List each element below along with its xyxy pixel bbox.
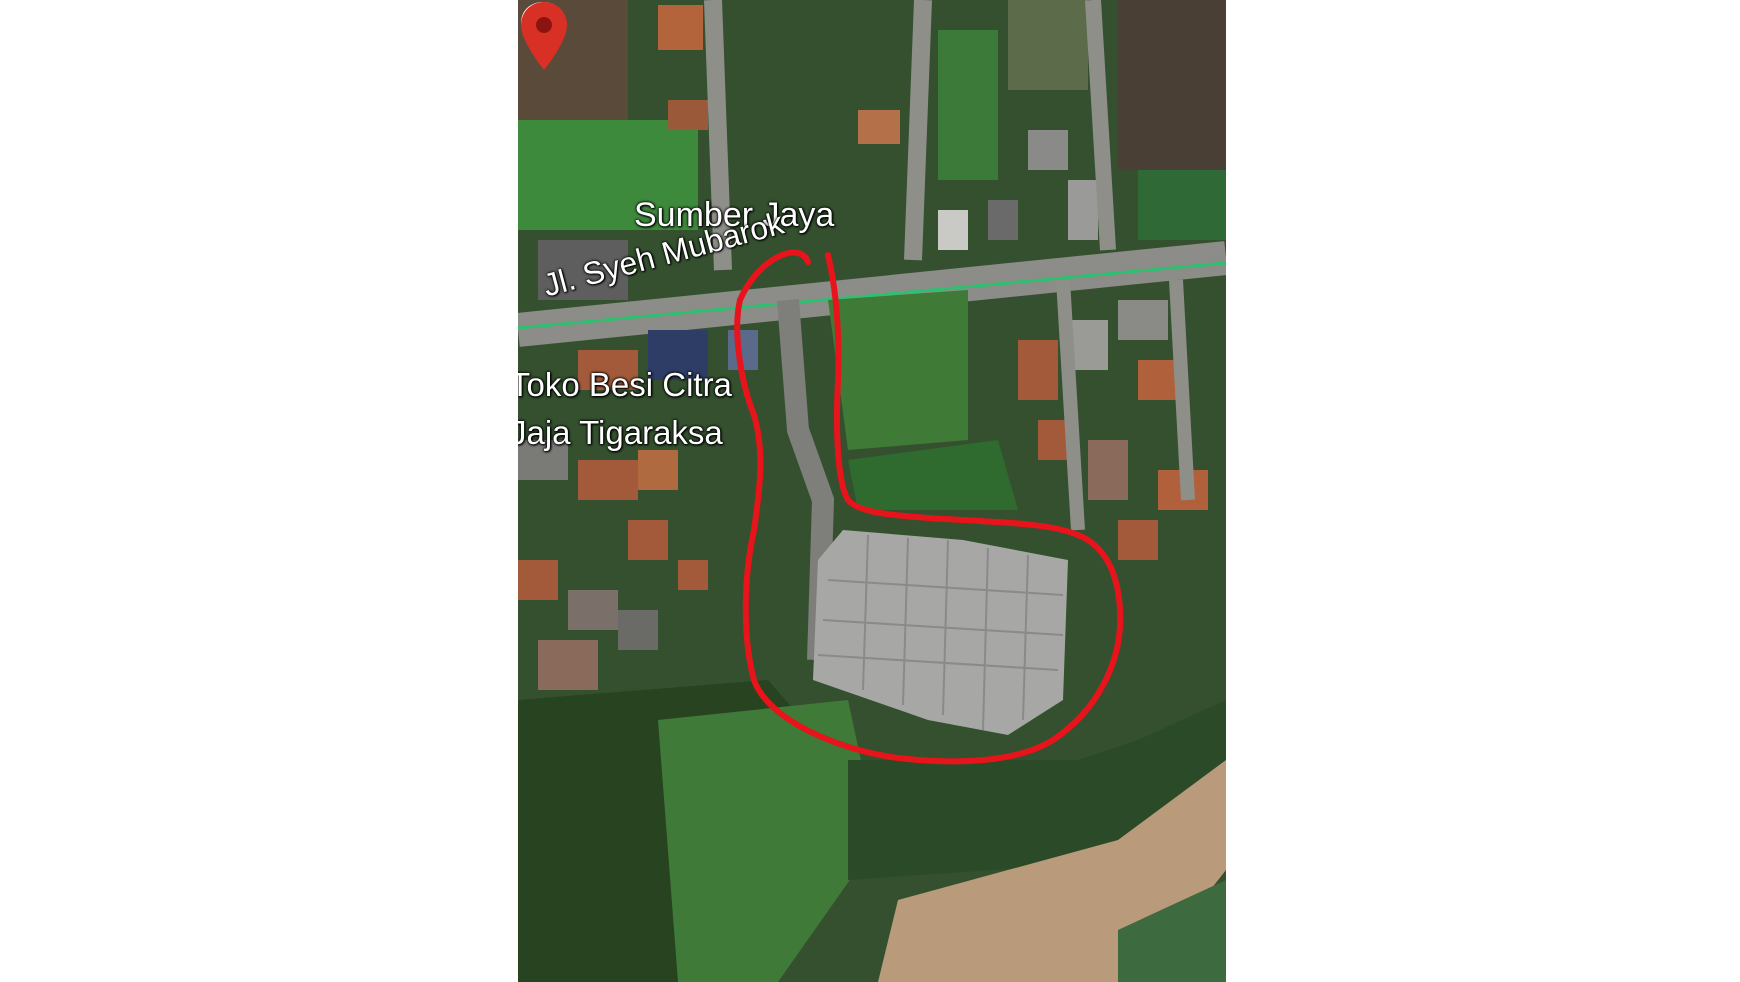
- satellite-map[interactable]: Sumber Jaya Jl. Syeh Mubarok Toko Besi C…: [518, 0, 1226, 982]
- poi-label-toko-line2[interactable]: Jaja Tigaraksa: [518, 414, 723, 452]
- red-location-pin-icon[interactable]: [518, 0, 570, 72]
- satellite-imagery: [518, 0, 1226, 982]
- poi-label-toko-line1[interactable]: Toko Besi Citra: [518, 366, 732, 404]
